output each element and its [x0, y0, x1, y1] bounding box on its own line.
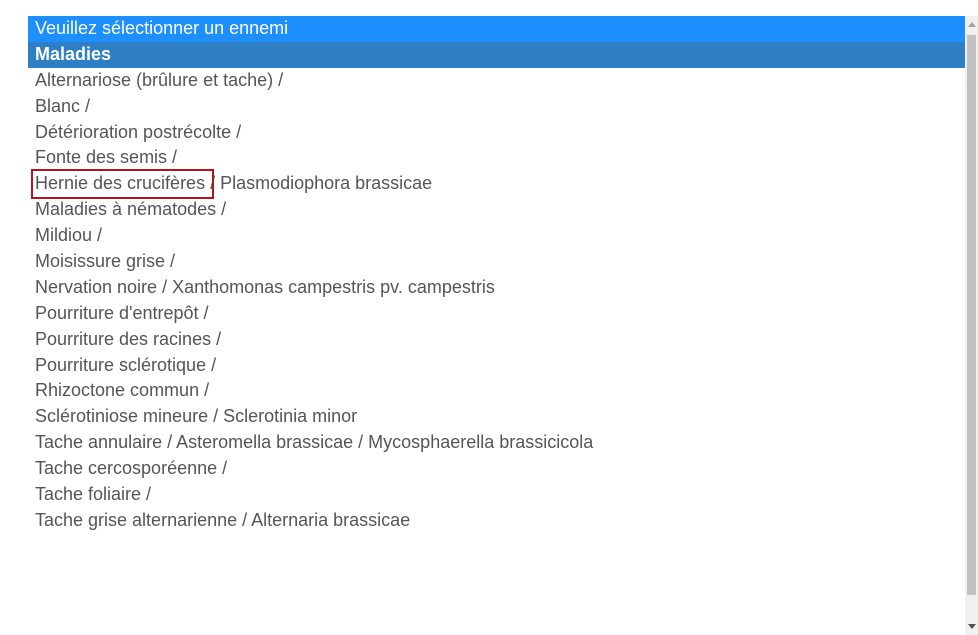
option-tache-grise-alternarienne[interactable]: Tache grise alternarienne / Alternaria b…	[28, 508, 965, 534]
option-list: Veuillez sélectionner un ennemi Maladies…	[28, 16, 965, 534]
option-sclerotiniose-mineure[interactable]: Sclérotiniose mineure / Sclerotinia mino…	[28, 404, 965, 430]
triangle-up-icon[interactable]	[965, 16, 978, 33]
option-pourriture-sclerotique[interactable]: Pourriture sclérotique /	[28, 353, 965, 379]
option-maladies-a-nematodes[interactable]: Maladies à nématodes /	[28, 197, 965, 223]
option-moisissure-grise[interactable]: Moisissure grise /	[28, 249, 965, 275]
optgroup-maladies: Maladies	[28, 41, 965, 68]
option-tache-foliaire[interactable]: Tache foliaire /	[28, 482, 965, 508]
scrollbar-thumb[interactable]	[967, 35, 976, 595]
option-nervation-noire[interactable]: Nervation noire / Xanthomonas campestris…	[28, 275, 965, 301]
option-tache-annulaire[interactable]: Tache annulaire / Asteromella brassicae …	[28, 430, 965, 456]
option-tache-cercosporeenne[interactable]: Tache cercosporéenne /	[28, 456, 965, 482]
option-hernie-des-cruciferes[interactable]: Hernie des crucifères / Plasmodiophora b…	[28, 171, 965, 197]
option-pourriture-des-racines[interactable]: Pourriture des racines /	[28, 327, 965, 353]
triangle-down-icon[interactable]	[965, 618, 978, 635]
option-alternariose[interactable]: Alternariose (brûlure et tache) /	[28, 68, 965, 94]
option-placeholder[interactable]: Veuillez sélectionner un ennemi	[28, 16, 965, 42]
option-mildiou[interactable]: Mildiou /	[28, 223, 965, 249]
vertical-scrollbar[interactable]	[965, 16, 978, 635]
option-rhizoctone-commun[interactable]: Rhizoctone commun /	[28, 378, 965, 404]
option-deterioration-postrecolte[interactable]: Détérioration postrécolte /	[28, 120, 965, 146]
enemy-select-listbox[interactable]: Veuillez sélectionner un ennemi Maladies…	[0, 0, 978, 635]
option-pourriture-entrepot[interactable]: Pourriture d'entrepôt /	[28, 301, 965, 327]
option-fonte-des-semis[interactable]: Fonte des semis /	[28, 145, 965, 171]
option-blanc[interactable]: Blanc /	[28, 94, 965, 120]
